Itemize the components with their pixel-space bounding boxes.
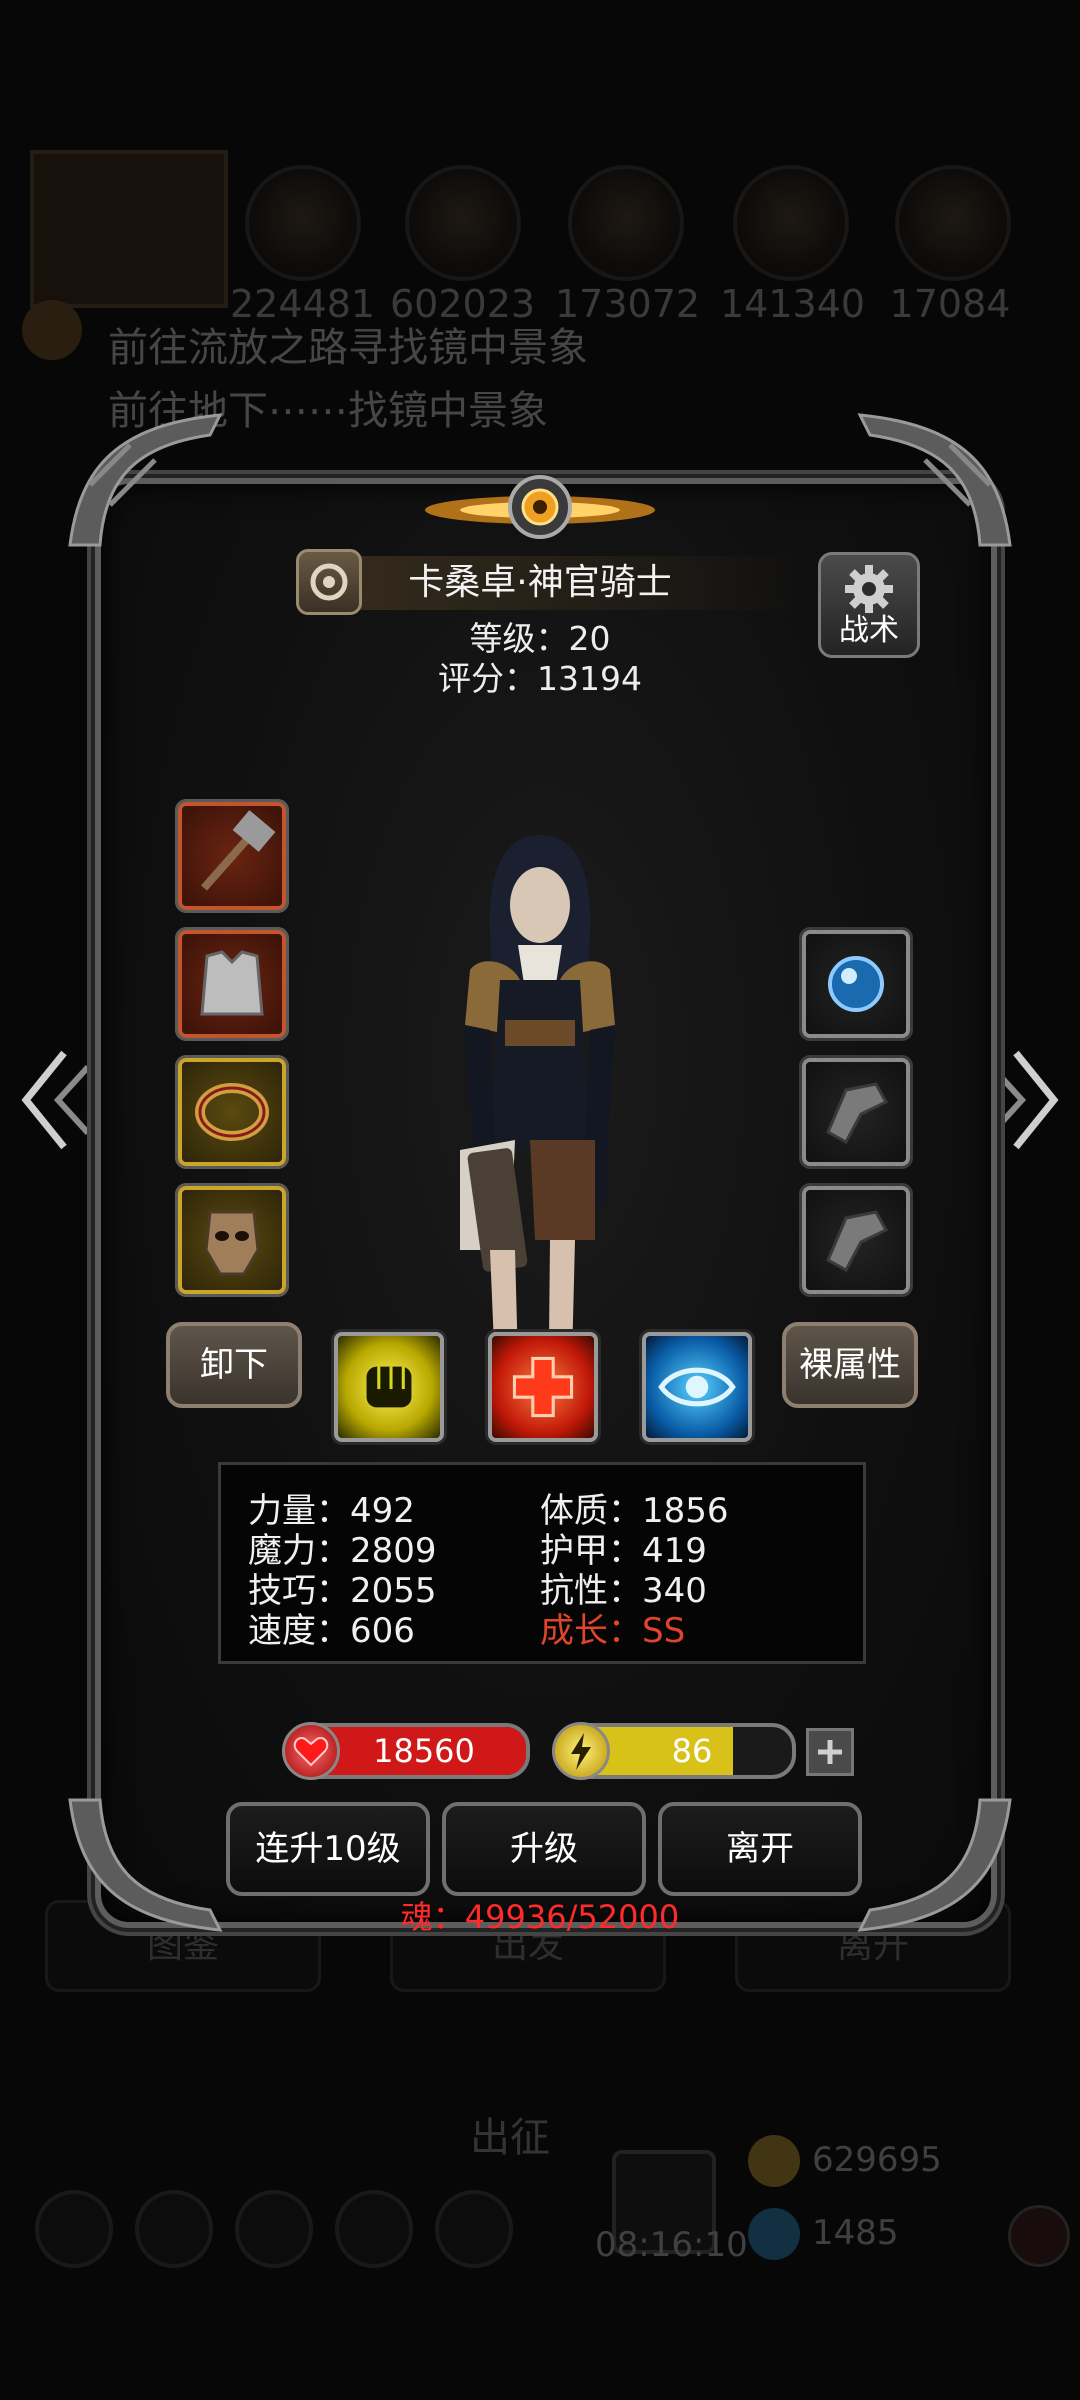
menu-icon-4 (335, 2190, 413, 2268)
orb-slot[interactable] (802, 930, 910, 1038)
class-badge-icon (310, 563, 348, 601)
stat-growth: 成长：SS (540, 1611, 686, 1651)
iron-resource-icon (568, 165, 684, 281)
chevron-right-icon (989, 1050, 1059, 1150)
eye-skill-button[interactable] (642, 1332, 752, 1442)
crystal-resource-value: 141340 (720, 282, 866, 326)
ring-icon (195, 1083, 269, 1141)
heart-icon (282, 1722, 340, 1780)
stone-resource-value: 17084 (889, 282, 1011, 326)
ring-slot[interactable] (178, 1058, 286, 1166)
level-up-button[interactable]: 升级 (442, 1802, 646, 1896)
tactics-label: 战术 (839, 613, 899, 648)
menu-icon-2 (135, 2190, 213, 2268)
unequip-button[interactable]: 卸下 (166, 1322, 302, 1408)
mask-slot[interactable] (178, 1186, 286, 1294)
frame-corner-ornament-right (857, 413, 1012, 547)
frame-corner-ornament-bottom-right (857, 1798, 1012, 1932)
sun-crest-emblem (425, 475, 655, 539)
gem-amount: 1485 (812, 2213, 899, 2253)
gold-coin-icon (748, 2135, 800, 2187)
food-resource-icon (405, 165, 521, 281)
fist-skill-icon (366, 1366, 412, 1408)
hero-class-badge (296, 549, 362, 615)
previous-hero-arrow[interactable] (14, 1045, 94, 1155)
gauntlet-slot-1[interactable] (802, 1058, 910, 1166)
leave-button[interactable]: 离开 (658, 1802, 862, 1896)
menu-icon-1 (35, 2190, 113, 2268)
frame-corner-ornament-left (68, 413, 223, 547)
gift-timer: 08:16:10 (595, 2225, 748, 2265)
eye-skill-icon (658, 1367, 736, 1407)
menu-icon-5 (435, 2190, 513, 2268)
add-energy-button[interactable] (806, 1728, 854, 1776)
stat-speed: 速度：606 (248, 1611, 415, 1651)
meat-resource-icon (245, 165, 361, 281)
add-currency-icon (1008, 2205, 1070, 2267)
soul-progress-text: 魂：49936/52000 (400, 1898, 680, 1936)
chevron-left-icon (21, 1050, 91, 1150)
gold-amount: 629695 (812, 2140, 942, 2180)
fist-skill-button[interactable] (334, 1332, 444, 1442)
hammer-weapon-slot[interactable] (178, 802, 286, 910)
hero-name: 卡桑卓·神官骑士 (408, 562, 672, 603)
level-up-10-button[interactable]: 连升10级 (226, 1802, 430, 1896)
background-banner (30, 150, 228, 308)
crystal-resource-icon (733, 165, 849, 281)
gauntlet-slot-2[interactable] (802, 1186, 910, 1294)
quest-text-1: 前往流放之路寻找镜中景象 (108, 325, 588, 371)
armor-slot[interactable] (178, 930, 286, 1038)
hero-score: 评分：13194 (438, 659, 642, 698)
gauntlet-icon (826, 1082, 889, 1145)
chest-armor-icon (200, 950, 264, 1016)
next-hero-arrow[interactable] (986, 1045, 1066, 1155)
tactics-button[interactable]: 战术 (818, 552, 920, 658)
gem-icon (748, 2208, 800, 2260)
stone-resource-icon (895, 165, 1011, 281)
frame-corner-ornament-bottom-left (68, 1798, 223, 1932)
heal-skill-button[interactable] (488, 1332, 598, 1442)
heal-cross-skill-icon (512, 1356, 574, 1418)
quest-icon (22, 300, 82, 360)
plus-icon (818, 1740, 842, 1764)
hammer-icon (201, 810, 276, 891)
blue-orb-icon (828, 956, 884, 1012)
base-attributes-button[interactable]: 裸属性 (782, 1322, 918, 1408)
menu-icon-3 (235, 2190, 313, 2268)
mask-icon (204, 1210, 260, 1276)
sortie-label: 出征 (470, 2115, 550, 2161)
gauntlet-icon (826, 1210, 889, 1273)
lightning-icon (552, 1722, 610, 1780)
